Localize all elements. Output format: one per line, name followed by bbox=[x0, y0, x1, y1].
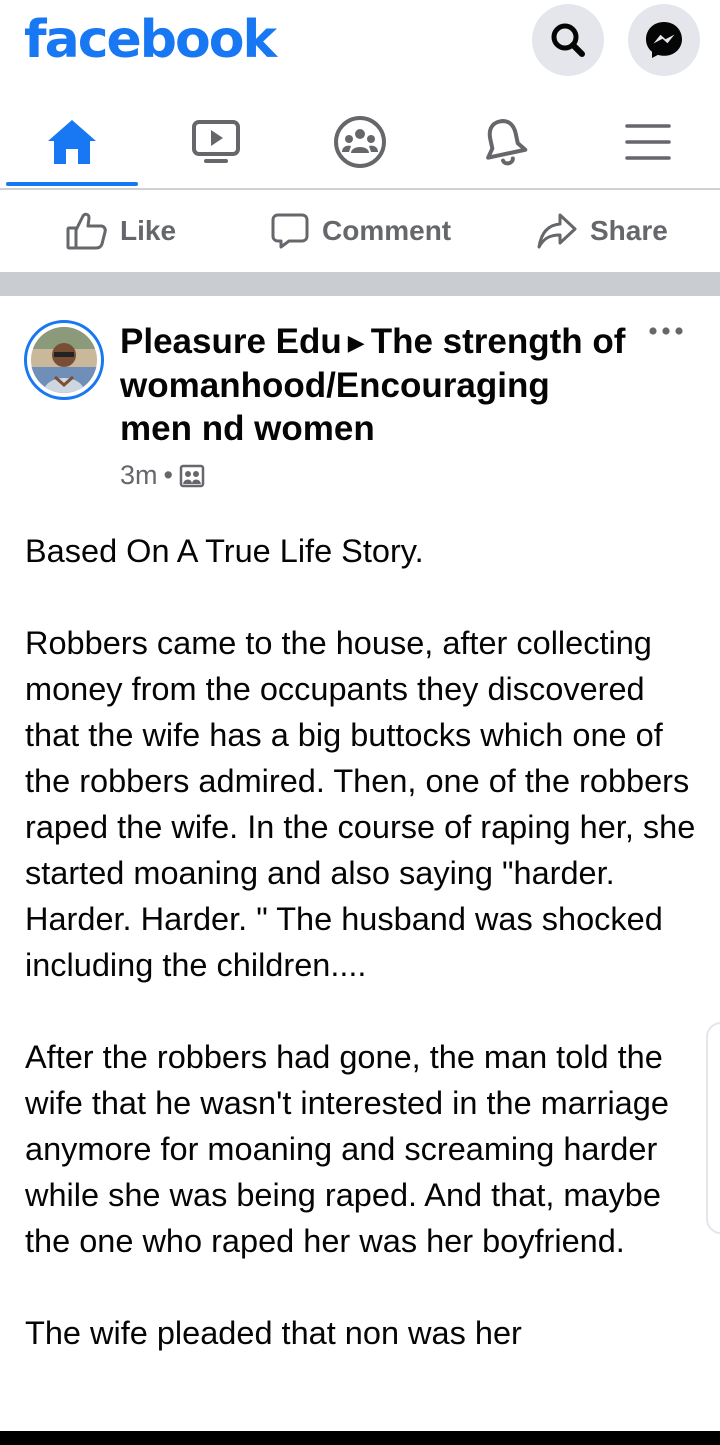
more-options-button[interactable] bbox=[644, 316, 688, 346]
meta-separator: • bbox=[163, 460, 173, 490]
tab-home[interactable] bbox=[6, 96, 138, 188]
tab-groups[interactable] bbox=[294, 96, 426, 188]
home-icon bbox=[48, 120, 96, 164]
post-paragraph: Robbers came to the house, after collect… bbox=[25, 625, 696, 983]
top-bar: facebook bbox=[0, 0, 720, 96]
author-avatar[interactable] bbox=[24, 320, 104, 400]
more-dots-icon bbox=[649, 327, 683, 335]
comment-label: Comment bbox=[322, 215, 452, 246]
messenger-button[interactable] bbox=[628, 4, 700, 76]
like-label: Like bbox=[120, 215, 177, 246]
like-button[interactable]: Like bbox=[66, 192, 176, 270]
author-name[interactable]: Pleasure Edu bbox=[120, 322, 342, 361]
active-tab-indicator bbox=[6, 182, 138, 186]
post-action-bar: Like Comment Share bbox=[0, 192, 720, 270]
tab-menu[interactable] bbox=[582, 96, 714, 188]
share-arrow-icon bbox=[537, 213, 577, 249]
navigation-tab-bar bbox=[0, 96, 720, 190]
share-label: Share bbox=[590, 215, 668, 246]
share-button[interactable]: Share bbox=[536, 192, 668, 270]
post-paragraph: The wife pleaded that non was her bbox=[25, 1315, 522, 1351]
post-timestamp[interactable]: 3m bbox=[120, 460, 158, 491]
hamburger-icon bbox=[625, 124, 671, 160]
groups-icon bbox=[334, 116, 386, 168]
arrow-right-icon: ▶ bbox=[347, 330, 365, 355]
edge-panel-handle[interactable] bbox=[706, 1022, 720, 1234]
system-bottom-bar bbox=[0, 1431, 720, 1445]
post-paragraph: After the robbers had gone, the man told… bbox=[25, 1039, 669, 1259]
messenger-icon bbox=[646, 22, 682, 58]
post-paragraph: Based On A True Life Story. bbox=[25, 533, 424, 569]
feed-divider bbox=[0, 272, 720, 296]
thumbs-up-icon bbox=[66, 212, 107, 250]
avatar-image bbox=[31, 327, 97, 393]
tab-notifications[interactable] bbox=[438, 96, 570, 188]
post-meta: 3m • bbox=[120, 460, 205, 491]
avatar-photo bbox=[31, 327, 97, 393]
search-button[interactable] bbox=[532, 4, 604, 76]
feed-post: Pleasure Edu ▶ The strength of womanhood/E… bbox=[0, 296, 720, 1431]
search-icon bbox=[551, 23, 585, 57]
post-body: Based On A True Life Story. Robbers came… bbox=[25, 528, 705, 1402]
comment-button[interactable]: Comment bbox=[270, 192, 451, 270]
group-members-icon bbox=[179, 464, 205, 487]
bell-icon bbox=[486, 119, 528, 166]
post-header: Pleasure Edu ▶ The strength of womanhood/E… bbox=[120, 320, 630, 450]
facebook-logo[interactable]: facebook bbox=[24, 10, 277, 70]
comment-icon bbox=[271, 213, 309, 249]
tab-watch[interactable] bbox=[150, 96, 282, 188]
video-icon bbox=[192, 120, 240, 163]
